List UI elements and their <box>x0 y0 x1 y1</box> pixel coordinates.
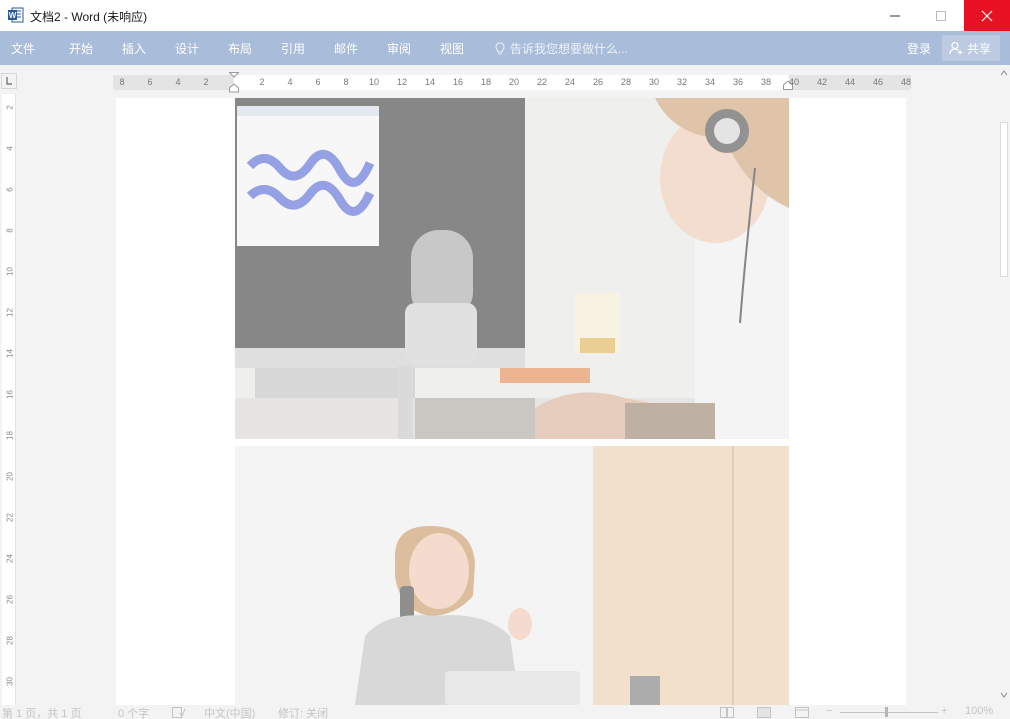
ruler-number: 22 <box>5 513 15 522</box>
photo-woman-phone-call[interactable] <box>235 446 789 705</box>
horizontal-ruler[interactable]: 8 6 4 2 2 4 6 8 10 12 14 16 18 20 22 24 … <box>113 72 912 93</box>
zoom-slider-thumb[interactable] <box>885 707 888 717</box>
photo-podcast-microphone[interactable] <box>235 98 789 439</box>
ruler-number: 40 <box>788 77 800 87</box>
close-button[interactable] <box>964 0 1010 31</box>
ruler-number: 14 <box>5 349 15 358</box>
ruler-number: 2 <box>203 77 209 87</box>
tab-mailings[interactable]: 邮件 <box>334 40 358 57</box>
proofing-icon[interactable] <box>172 707 186 718</box>
ruler-number: 46 <box>872 77 884 87</box>
ruler-number: 4 <box>287 77 293 87</box>
ruler-number: 4 <box>5 146 15 151</box>
lightbulb-icon <box>495 41 505 54</box>
login-button[interactable]: 登录 <box>907 40 931 57</box>
ruler-number: 16 <box>5 390 15 399</box>
tab-file[interactable]: 文件 <box>11 40 35 57</box>
svg-text:W: W <box>9 11 17 20</box>
word-count[interactable]: 0 个字 <box>118 705 149 719</box>
title-bar: W 文档2 - Word (未响应) <box>0 0 1010 31</box>
podcast-photo-illustration <box>235 98 789 439</box>
web-layout-icon[interactable] <box>795 707 809 718</box>
document-page[interactable] <box>116 98 906 705</box>
read-mode-icon[interactable] <box>720 707 734 718</box>
tab-home[interactable]: 开始 <box>69 40 93 57</box>
ribbon-tab-bar: 文件 开始 插入 设计 布局 引用 邮件 审阅 视图 告诉我您想要做什么... … <box>0 31 1010 65</box>
tab-insert[interactable]: 插入 <box>122 40 146 57</box>
ruler-number: 6 <box>5 187 15 192</box>
ruler-number: 16 <box>452 77 464 87</box>
share-label: 共享 <box>967 41 992 56</box>
ruler-number: 12 <box>396 77 408 87</box>
tab-view[interactable]: 视图 <box>440 40 464 57</box>
word-app-icon: W <box>8 7 24 23</box>
ruler-number: 28 <box>5 636 15 645</box>
ruler-number: 24 <box>564 77 576 87</box>
scroll-up-icon[interactable] <box>1000 69 1008 77</box>
vertical-ruler[interactable]: 2 4 6 8 10 12 14 16 18 20 22 24 26 28 30 <box>2 94 16 705</box>
ruler-number: 10 <box>5 267 15 276</box>
ruler-number: 32 <box>676 77 688 87</box>
scroll-down-icon[interactable] <box>1000 691 1008 699</box>
ruler-number: 18 <box>480 77 492 87</box>
ruler-number: 48 <box>900 77 912 87</box>
ruler-number: 26 <box>592 77 604 87</box>
ruler-number: 10 <box>368 77 380 87</box>
zoom-out-icon[interactable]: − <box>826 705 832 717</box>
ruler-number: 12 <box>5 308 15 317</box>
print-layout-icon[interactable] <box>757 707 771 718</box>
maximize-button[interactable] <box>918 0 964 31</box>
ruler-number: 6 <box>315 77 321 87</box>
zoom-slider[interactable] <box>840 712 938 713</box>
ruler-number: 42 <box>816 77 828 87</box>
ruler-number: 2 <box>5 105 15 110</box>
ruler-number: 22 <box>536 77 548 87</box>
tab-references[interactable]: 引用 <box>281 40 305 57</box>
ruler-number: 20 <box>5 472 15 481</box>
window-title: 文档2 - Word (未响应) <box>30 10 148 24</box>
ruler-number: 34 <box>704 77 716 87</box>
tab-review[interactable]: 审阅 <box>387 40 411 57</box>
ruler-number: 30 <box>5 677 15 686</box>
ruler-number: 38 <box>760 77 772 87</box>
minimize-button[interactable] <box>872 0 918 31</box>
ruler-number: 6 <box>147 77 153 87</box>
close-icon <box>981 10 993 21</box>
tab-stop-selector-icon[interactable] <box>1 73 17 89</box>
ruler-number: 2 <box>259 77 265 87</box>
page-count[interactable]: 第 1 页，共 1 页 <box>2 705 81 719</box>
zoom-level[interactable]: 100% <box>965 705 993 717</box>
ruler-number: 20 <box>508 77 520 87</box>
document-workspace: 8 6 4 2 2 4 6 8 10 12 14 16 18 20 22 24 … <box>0 65 1010 705</box>
vertical-scrollbar[interactable] <box>998 69 1010 705</box>
ruler-number: 36 <box>732 77 744 87</box>
ruler-number: 28 <box>620 77 632 87</box>
tab-design[interactable]: 设计 <box>175 40 199 57</box>
ruler-number: 24 <box>5 554 15 563</box>
ruler-number: 14 <box>424 77 436 87</box>
ruler-number: 30 <box>648 77 660 87</box>
maximize-icon <box>936 10 946 21</box>
ruler-number: 8 <box>5 228 15 233</box>
ruler-number: 8 <box>343 77 349 87</box>
ruler-number: 18 <box>5 431 15 440</box>
track-changes-status[interactable]: 修订: 关闭 <box>278 705 328 719</box>
person-add-icon <box>949 41 963 55</box>
zoom-in-icon[interactable]: + <box>941 705 947 717</box>
tell-me-placeholder: 告诉我您想要做什么... <box>510 42 629 56</box>
scrollbar-thumb[interactable] <box>1000 122 1008 277</box>
share-button[interactable]: 共享 <box>942 35 1000 61</box>
ruler-number: 26 <box>5 595 15 604</box>
ruler-number: 8 <box>119 77 125 87</box>
indent-marker-icon[interactable] <box>229 72 239 93</box>
tell-me-search[interactable]: 告诉我您想要做什么... <box>495 40 628 57</box>
ruler-number: 4 <box>175 77 181 87</box>
tab-layout[interactable]: 布局 <box>228 40 252 57</box>
phone-photo-illustration <box>235 446 789 705</box>
minimize-icon <box>890 15 900 16</box>
language-status[interactable]: 中文(中国) <box>204 705 255 719</box>
status-bar: 第 1 页，共 1 页 0 个字 中文(中国) 修订: 关闭 − + 100% <box>0 705 1010 719</box>
ruler-number: 44 <box>844 77 856 87</box>
